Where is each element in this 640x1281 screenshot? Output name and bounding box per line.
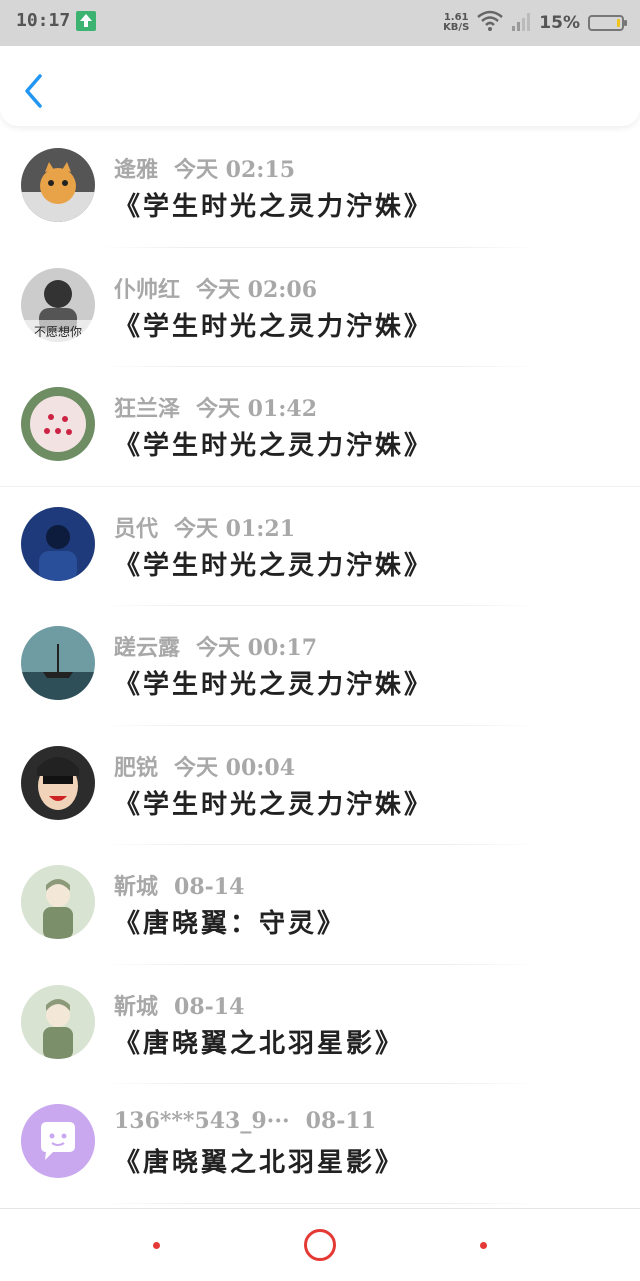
anime-avatar[interactable] [21, 984, 95, 1059]
flower-avatar[interactable] [21, 387, 95, 461]
list-item[interactable]: 136***543_9··· 08-11 《唐晓翼之北羽星影》 [0, 1084, 640, 1204]
story-title[interactable]: 《唐晓翼之北羽星影》 [114, 1142, 404, 1179]
net-speed-unit: KB/S [443, 22, 470, 33]
item-meta: 靳城 08-14 [114, 989, 244, 1021]
timestamp: 08-14 [174, 993, 245, 1020]
user-name[interactable]: 狂兰泽 [114, 396, 180, 422]
wifi-icon [477, 10, 504, 36]
upload-notification-icon [76, 11, 96, 31]
battery-icon [588, 15, 627, 31]
user-name[interactable]: 员代 [114, 516, 158, 542]
avatar-caption: 不愿想你 [34, 324, 82, 339]
status-right: 1.61 KB/S 15% [443, 8, 627, 38]
list-item[interactable]: 狂兰泽 今天 01:42 《学生时光之灵力泞姝》 [0, 367, 640, 487]
timestamp: 今天 01:42 [196, 396, 318, 422]
item-meta: 逄雅 今天 02:15 [114, 152, 295, 184]
item-meta: 136***543_9··· 08-11 [114, 1108, 376, 1134]
user-name[interactable]: 靳城 [114, 994, 158, 1020]
network-speed: 1.61 KB/S [443, 13, 469, 33]
list-item[interactable]: 不愿想你 仆帅红 今天 02:06 《学生时光之灵力泞姝》 [0, 248, 640, 367]
user-name[interactable]: 逄雅 [114, 157, 158, 183]
story-title[interactable]: 《学生时光之灵力泞姝》 [114, 784, 433, 821]
chevron-left-icon [25, 74, 42, 108]
row-divider [100, 1202, 540, 1204]
user-name[interactable]: 靳城 [114, 874, 158, 900]
cat-avatar[interactable] [21, 148, 95, 222]
timestamp: 今天 02:06 [196, 276, 318, 303]
top-nav-bar [0, 46, 640, 126]
item-meta: 靳城 08-14 [114, 869, 244, 901]
person-avatar[interactable] [21, 506, 95, 581]
timestamp: 今天 00:17 [196, 635, 318, 661]
story-title[interactable]: 《唐晓翼之北羽星影》 [114, 1023, 404, 1060]
story-title[interactable]: 《唐晓翼：守灵》 [114, 903, 346, 940]
signal-icon [511, 10, 531, 36]
user-name[interactable]: 136***543_9··· [114, 1108, 290, 1134]
story-title[interactable]: 《学生时光之灵力泞姝》 [114, 664, 433, 701]
story-title[interactable]: 《学生时光之灵力泞姝》 [114, 186, 433, 223]
timestamp: 08-14 [174, 874, 245, 900]
chat-bubble-avatar[interactable] [21, 1104, 95, 1178]
timestamp: 今天 01:21 [174, 515, 296, 542]
back-button[interactable] [18, 70, 52, 112]
item-meta: 肥锐 今天 00:04 [114, 750, 295, 782]
timestamp: 08-11 [305, 1108, 377, 1134]
item-meta: 员代 今天 01:21 [114, 511, 295, 543]
item-meta: 仆帅红 今天 02:06 [114, 272, 317, 304]
item-meta: 狂兰泽 今天 01:42 [114, 391, 317, 423]
story-title[interactable]: 《学生时光之灵力泞姝》 [114, 425, 433, 462]
message-list: 逄雅 今天 02:15 《学生时光之灵力泞姝》 不愿想你 仆帅红 今天 02:06 《学生时… [0, 128, 640, 1204]
list-item[interactable]: 蹉云露 今天 00:17 《学生时光之灵力泞姝》 [0, 606, 640, 726]
anime-avatar[interactable] [21, 865, 95, 939]
list-item[interactable]: 员代 今天 01:21 《学生时光之灵力泞姝》 [0, 487, 640, 606]
story-title[interactable]: 《学生时光之灵力泞姝》 [114, 545, 433, 582]
user-name[interactable]: 仆帅红 [114, 277, 180, 303]
timestamp: 今天 00:04 [174, 754, 296, 781]
status-bar: 10:17 1.61 KB/S 15% [0, 0, 640, 46]
list-item[interactable]: 肥锐 今天 00:04 《学生时光之灵力泞姝》 [0, 726, 640, 845]
story-title[interactable]: 《学生时光之灵力泞姝》 [114, 306, 433, 343]
user-name[interactable]: 蹉云露 [114, 635, 180, 661]
photo-avatar[interactable]: 不愿想你 [21, 267, 95, 342]
section-divider [0, 486, 640, 487]
home-button[interactable] [304, 1229, 336, 1261]
status-time: 10:17 [16, 10, 71, 31]
battery-level [617, 19, 620, 27]
timestamp: 今天 02:15 [174, 157, 296, 183]
list-item[interactable]: 靳城 08-14 《唐晓翼之北羽星影》 [0, 965, 640, 1084]
back-nav-button[interactable] [480, 1242, 487, 1249]
ship-avatar[interactable] [21, 626, 95, 700]
list-item[interactable]: 靳城 08-14 《唐晓翼：守灵》 [0, 845, 640, 965]
cartoon-avatar[interactable] [21, 745, 95, 820]
battery-percent: 15% [539, 13, 580, 33]
user-name[interactable]: 肥锐 [114, 755, 158, 781]
list-item[interactable]: 逄雅 今天 02:15 《学生时光之灵力泞姝》 [0, 128, 640, 248]
menu-button[interactable] [153, 1242, 160, 1249]
item-meta: 蹉云露 今天 00:17 [114, 630, 317, 662]
system-nav-bar [0, 1208, 640, 1281]
